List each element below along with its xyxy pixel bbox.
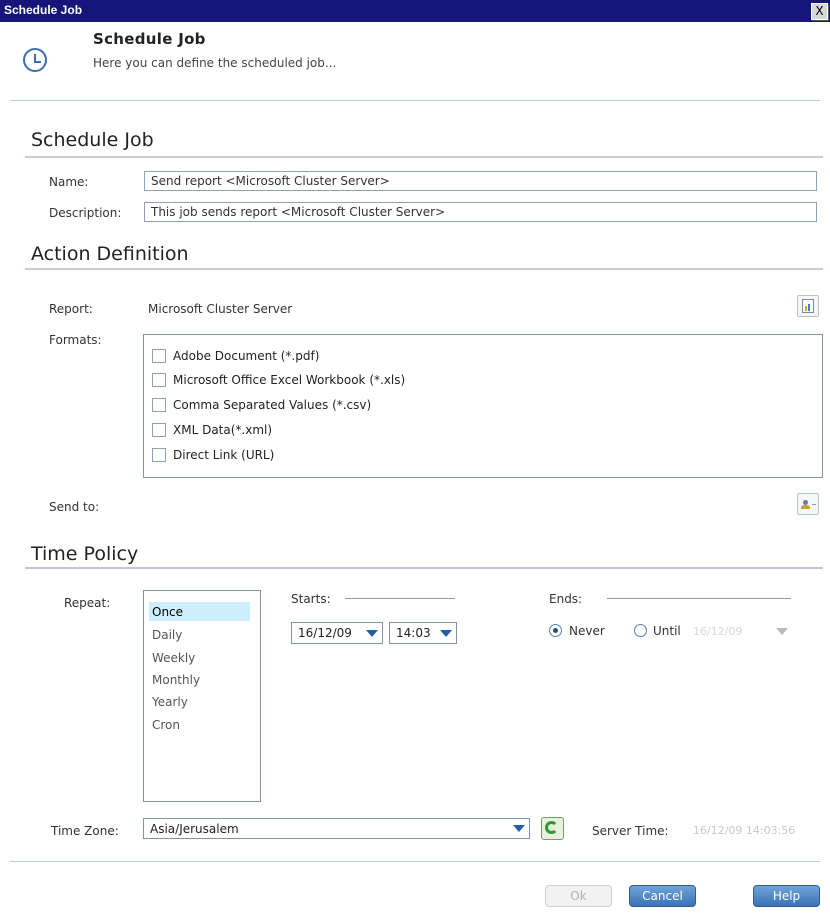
header-divider [10,100,820,101]
chevron-down-icon [440,630,452,637]
chevron-down-icon [513,825,525,832]
format-checkbox-xls[interactable] [152,373,166,387]
repeat-option-yearly[interactable]: Yearly [152,695,188,709]
close-button[interactable]: X [811,3,828,20]
until-date-value: 16/12/09 [693,625,743,638]
ends-never-label: Never [569,624,605,638]
ok-button[interactable]: Ok [545,885,612,907]
repeat-option-once[interactable]: Once [152,605,183,619]
section-divider [25,268,823,270]
cancel-button[interactable]: Cancel [629,885,696,907]
server-time-label: Server Time: [592,824,669,838]
format-label-pdf: Adobe Document (*.pdf) [173,349,320,363]
format-label-csv: Comma Separated Values (*.csv) [173,398,372,412]
starts-rule [345,598,455,599]
format-label-url: Direct Link (URL) [173,448,275,462]
report-chart-icon[interactable] [797,295,819,317]
ends-never-radio[interactable] [549,624,562,637]
repeat-label: Repeat: [64,596,111,610]
start-date-value: 16/12/09 [298,626,352,640]
section-divider [25,567,823,569]
ends-until-label: Until [653,624,681,638]
name-input[interactable]: Send report <Microsoft Cluster Server> [144,171,817,191]
description-input[interactable]: This job sends report <Microsoft Cluster… [144,202,817,222]
ends-rule [607,598,791,599]
repeat-option-weekly[interactable]: Weekly [152,651,195,665]
refresh-icon [545,821,558,834]
timezone-label: Time Zone: [51,824,119,838]
repeat-list: Once Daily Weekly Monthly Yearly Cron [143,590,261,802]
section-schedule-job-heading: Schedule Job [31,129,154,151]
ends-label: Ends: [549,592,583,606]
timezone-dropdown[interactable]: Asia/Jerusalem [143,818,530,839]
formats-list: Adobe Document (*.pdf) Microsoft Office … [143,334,823,478]
section-action-heading: Action Definition [31,243,189,265]
ends-until-radio[interactable] [634,624,647,637]
header-subtitle: Here you can define the scheduled job... [93,56,337,70]
until-date-dropdown [776,628,788,635]
name-label: Name: [49,175,89,189]
repeat-option-monthly[interactable]: Monthly [152,673,200,687]
clock-icon [23,48,47,72]
refresh-button[interactable] [541,817,564,840]
recipients-icon[interactable] [797,493,819,515]
header-title: Schedule Job [93,30,206,48]
report-label: Report: [49,302,93,316]
footer-divider [10,861,820,862]
description-label: Description: [49,206,122,220]
format-checkbox-xml[interactable] [152,423,166,437]
format-label-xml: XML Data(*.xml) [173,423,273,437]
send-to-label: Send to: [49,500,100,514]
start-time-value: 14:03 [396,626,431,640]
format-label-xls: Microsoft Office Excel Workbook (*.xls) [173,373,406,387]
format-checkbox-url[interactable] [152,448,166,462]
help-button[interactable]: Help [753,885,820,907]
section-time-policy-heading: Time Policy [31,543,139,565]
repeat-option-cron[interactable]: Cron [152,718,180,732]
starts-label: Starts: [291,592,331,606]
window-title: Schedule Job [4,3,83,17]
format-checkbox-pdf[interactable] [152,349,166,363]
report-value: Microsoft Cluster Server [148,302,293,316]
chevron-down-icon [366,630,378,637]
server-time-value: 16/12/09 14:03:56 [693,824,796,837]
repeat-option-daily[interactable]: Daily [152,628,182,642]
section-divider [25,156,823,158]
timezone-value: Asia/Jerusalem [150,822,239,836]
window-titlebar: Schedule Job X [0,0,830,22]
start-time-dropdown[interactable]: 14:03 [389,622,457,644]
start-date-dropdown[interactable]: 16/12/09 [291,622,383,644]
formats-label: Formats: [49,333,102,347]
close-icon: X [815,4,824,18]
format-checkbox-csv[interactable] [152,398,166,412]
